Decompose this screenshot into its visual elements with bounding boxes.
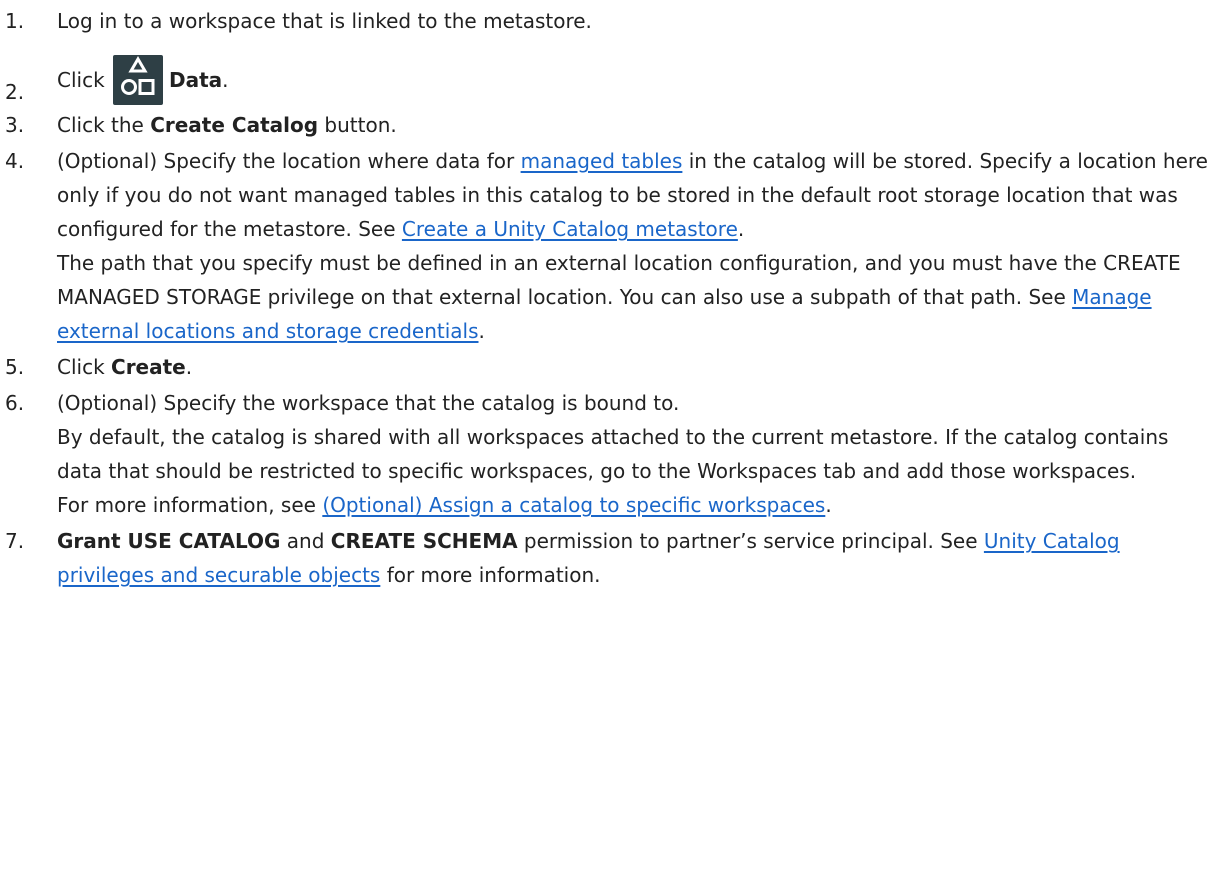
step-4-paragraph-2: The path that you specify must be define… [57,246,1210,348]
step-number: 1. [5,9,25,33]
step-6-paragraph-3: For more information, see (Optional) Ass… [57,488,1210,522]
step-number: 6. [5,391,25,415]
step-6-paragraph-1: (Optional) Specify the workspace that th… [57,391,680,415]
step-text: for more information. [380,563,601,587]
step-number: 5. [5,355,25,379]
step-text: Click [57,68,112,92]
step-text: permission to partner’s service principa… [517,529,984,553]
step-text: . [737,217,745,241]
step-text: The path that you specify must be define… [57,251,1181,309]
step-text: . [478,319,485,343]
step-6: 6. (Optional) Specify the workspace that… [0,386,1220,522]
step-6-paragraph-2: By default, the catalog is shared with a… [57,425,1169,483]
create-label: Create [111,355,186,379]
step-text: . [185,355,193,379]
step-1: 1. Log in to a workspace that is linked … [0,4,1220,38]
step-number: 4. [5,149,25,173]
create-catalog-label: Create Catalog [150,113,319,137]
step-4-paragraph-1: (Optional) Specify the location where da… [57,144,1210,246]
step-3: 3. Click the Create Catalog button. [0,108,1220,142]
assign-catalog-link[interactable]: (Optional) Assign a catalog to specific … [322,493,825,517]
step-text: (Optional) Specify the location where da… [57,149,521,173]
step-text: . [222,68,229,92]
data-label: Data [169,68,223,92]
managed-tables-link[interactable]: managed tables [521,149,683,173]
create-schema-label: CREATE SCHEMA [330,529,518,553]
step-4: 4. (Optional) Specify the location where… [0,144,1220,348]
step-5: 5. Click Create. [0,350,1220,384]
step-text: Click the [57,113,151,137]
step-text: Click [57,355,112,379]
step-number: 3. [5,113,25,137]
create-metastore-link[interactable]: Create a Unity Catalog metastore [402,217,738,241]
step-2: 2. Click Data. [0,54,1220,106]
step-text: and [280,529,331,553]
step-text: . [825,493,832,517]
step-7: 7. Grant USE CATALOG and CREATE SCHEMA p… [0,524,1220,592]
instruction-list: 1. Log in to a workspace that is linked … [0,0,1220,592]
step-text: For more information, see [57,493,323,517]
step-number: 7. [5,529,25,553]
data-catalog-icon [113,55,164,105]
step-text: Log in to a workspace that is linked to … [57,9,592,33]
grant-use-catalog-label: Grant USE CATALOG [57,529,281,553]
step-text: button. [318,113,397,137]
